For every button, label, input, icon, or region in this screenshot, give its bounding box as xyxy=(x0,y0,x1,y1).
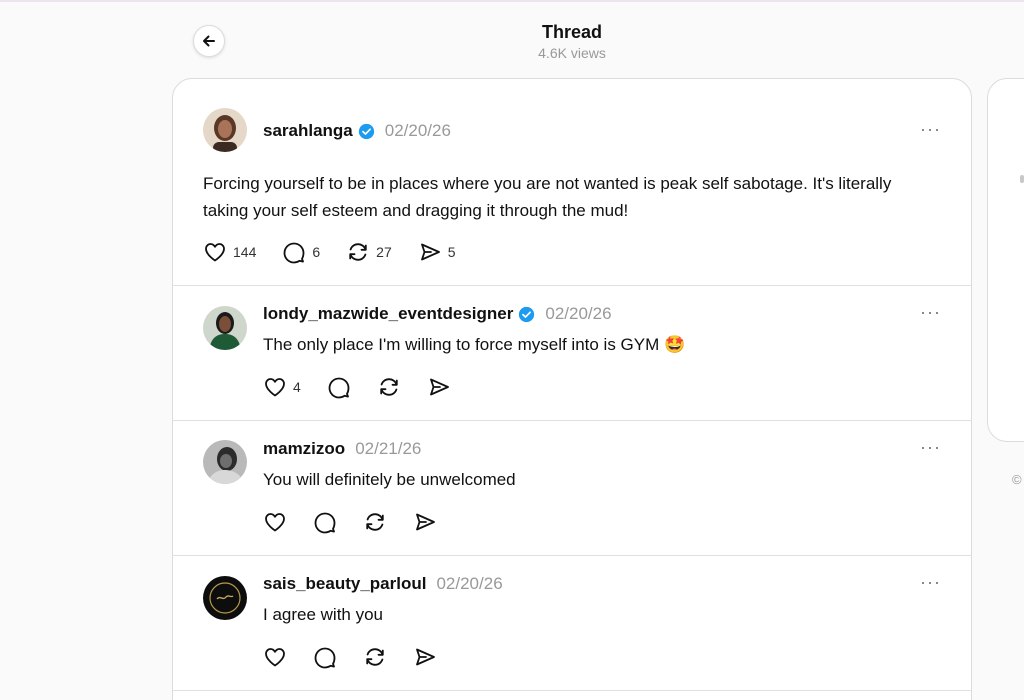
post-date: 02/21/26 xyxy=(355,439,422,458)
post-text: You will definitely be unwelcomed xyxy=(263,470,516,489)
heart-icon xyxy=(205,243,225,262)
reply-post: mamzizoo 02/21/26 ··· You will definitel… xyxy=(173,420,971,556)
top-border xyxy=(0,0,1024,2)
comment-button[interactable] xyxy=(327,375,351,399)
share-button[interactable]: 5 xyxy=(418,240,456,264)
post-meta: sais_beauty_parloul 02/20/26 xyxy=(263,574,503,594)
username[interactable]: sais_beauty_parloul xyxy=(263,574,426,594)
repost-count: 27 xyxy=(376,244,392,260)
copyright-text: © xyxy=(1012,472,1022,487)
post-actions: 4 xyxy=(263,375,477,399)
send-icon xyxy=(416,513,435,531)
comment-button[interactable] xyxy=(313,645,337,669)
username[interactable]: sarahlanga xyxy=(263,121,353,141)
avatar[interactable] xyxy=(203,306,247,350)
verified-badge-icon xyxy=(519,306,535,322)
comment-bubble-icon xyxy=(283,242,305,264)
share-button[interactable] xyxy=(427,375,451,399)
post-text: Forcing yourself to be in places where y… xyxy=(203,174,892,220)
verified-badge-icon xyxy=(358,123,374,139)
send-icon xyxy=(429,378,449,396)
view-count: 4.6K views xyxy=(538,45,606,61)
side-panel-fragment xyxy=(1020,175,1024,183)
post-text: The only place I'm willing to force myse… xyxy=(263,331,685,358)
like-count: 4 xyxy=(293,379,301,395)
reply-post: londy_mazwide_eventdesigner 02/20/26 ···… xyxy=(173,285,971,421)
arrow-left-icon xyxy=(203,35,215,47)
post-meta: sarahlanga 02/20/26 xyxy=(263,121,451,141)
like-button[interactable] xyxy=(263,645,287,669)
repost-button[interactable] xyxy=(363,510,387,534)
repost-icon xyxy=(349,243,367,261)
more-options-button[interactable]: ··· xyxy=(920,119,941,140)
avatar[interactable] xyxy=(203,576,247,620)
username[interactable]: londy_mazwide_eventdesigner xyxy=(263,304,513,324)
post-date: 02/20/26 xyxy=(384,121,451,140)
post-actions xyxy=(263,645,463,669)
share-count: 5 xyxy=(447,244,456,260)
heart-icon xyxy=(265,378,285,397)
reply-post: sais_beauty_parloul 02/20/26 ··· I agree… xyxy=(173,555,971,691)
share-button[interactable] xyxy=(413,510,437,534)
thread-post: sarahlanga 02/20/26 ··· Forcing yourself… xyxy=(173,79,971,286)
like-count: 144 xyxy=(233,244,257,260)
repost-icon xyxy=(366,648,384,666)
send-icon xyxy=(416,648,435,666)
star-struck-emoji: 🤩 xyxy=(664,335,686,354)
thread-header: Thread 4.6K views xyxy=(472,20,672,62)
repost-button[interactable] xyxy=(377,375,401,399)
share-button[interactable] xyxy=(413,645,437,669)
like-button[interactable]: 144 xyxy=(203,240,256,264)
thread-card: sarahlanga 02/20/26 ··· Forcing yourself… xyxy=(172,78,972,700)
comment-bubble-icon xyxy=(314,512,336,534)
post-actions: 144 6 27 5 xyxy=(203,240,482,264)
thread-page: Thread 4.6K views © sarahlanga 02/20/26 … xyxy=(0,0,1024,700)
page-title: Thread xyxy=(541,22,602,42)
like-button[interactable]: 4 xyxy=(263,375,301,399)
repost-icon xyxy=(380,378,398,396)
more-options-button[interactable]: ··· xyxy=(920,572,941,593)
comment-count: 6 xyxy=(312,244,321,260)
repost-button[interactable]: 27 xyxy=(346,240,392,264)
heart-icon xyxy=(265,648,285,667)
repost-button[interactable] xyxy=(363,645,387,669)
comment-bubble-icon xyxy=(314,647,336,669)
avatar[interactable] xyxy=(203,108,247,152)
username[interactable]: mamzizoo xyxy=(263,439,345,459)
comment-button[interactable] xyxy=(313,510,337,534)
side-panel xyxy=(987,78,1024,442)
post-meta: londy_mazwide_eventdesigner 02/20/26 xyxy=(263,304,612,324)
back-button[interactable] xyxy=(193,25,225,57)
more-options-button[interactable]: ··· xyxy=(920,302,941,323)
repost-icon xyxy=(366,513,384,531)
send-icon xyxy=(420,243,440,261)
comment-bubble-icon xyxy=(328,377,350,399)
post-date: 02/20/26 xyxy=(436,574,503,593)
post-text-body: The only place I'm willing to force myse… xyxy=(263,335,660,354)
heart-icon xyxy=(265,513,285,532)
post-actions xyxy=(263,510,463,534)
avatar[interactable] xyxy=(203,440,247,484)
post-date: 02/20/26 xyxy=(545,304,612,323)
more-options-button[interactable]: ··· xyxy=(920,437,941,458)
post-meta: mamzizoo 02/21/26 xyxy=(263,439,421,459)
post-text: I agree with you xyxy=(263,605,384,624)
comment-button[interactable]: 6 xyxy=(282,240,320,264)
like-button[interactable] xyxy=(263,510,287,534)
